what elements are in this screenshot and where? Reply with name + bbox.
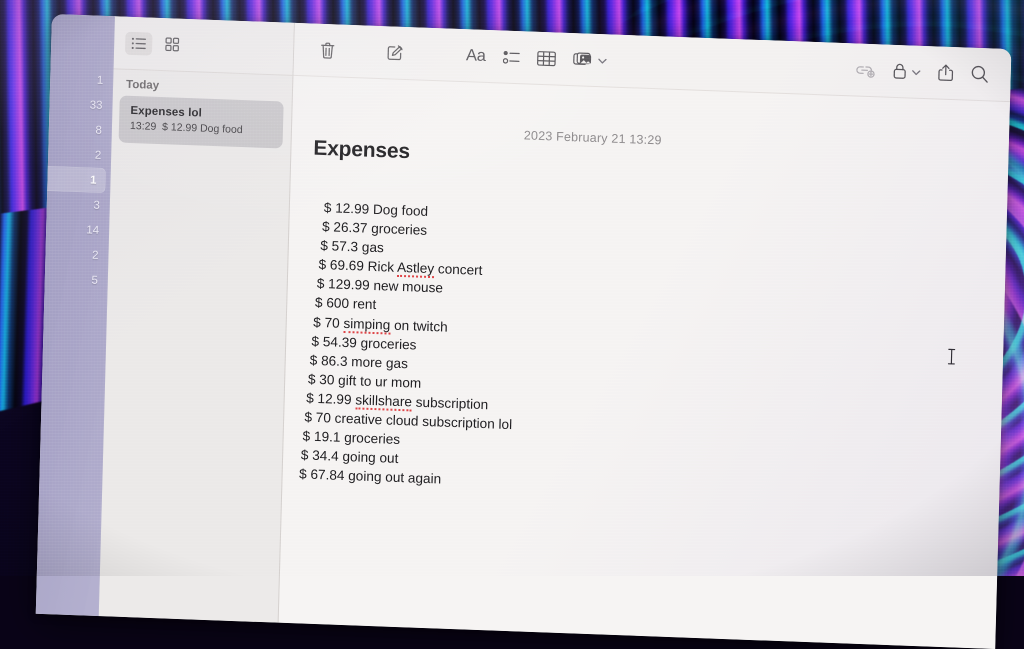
note-line-text: $ 67.84 going out again [299,467,441,487]
note-line-text: on twitch [390,317,448,334]
note-body[interactable]: $ 12.99 Dog food$ 26.37 groceries$ 57.3 … [294,197,518,491]
format-label: Aa [466,46,486,66]
trash-icon[interactable] [312,37,343,64]
folder-row[interactable]: 14 [36,214,109,244]
note-line-text: $ 86.3 more gas [310,352,409,371]
collaborate-link-icon[interactable] [855,62,876,78]
table-icon[interactable] [536,50,555,66]
note-line-text: $ 600 rent [315,295,377,312]
misspelled-word[interactable]: simping [343,315,390,334]
text-ibeam-cursor [946,348,957,365]
folder-count: 1 [90,174,97,186]
note-line-text: $ 57.3 gas [320,238,384,255]
note-line-text: $ 19.1 groceries [302,429,400,448]
search-icon[interactable] [970,65,988,84]
note-line-text: $ 69.69 Rick [318,257,397,275]
chevron-down-icon[interactable] [597,51,606,69]
notes-list-toolbar [113,16,294,76]
folder-row[interactable]: 2 [36,239,108,269]
note-snippet: $ 12.99 Dog food [162,121,243,136]
folder-count: 33 [90,99,103,111]
note-line-text: $ 54.39 groceries [311,333,416,352]
text-format-icon[interactable]: Aa [466,46,486,66]
note-line-text: $ 12.99 Dog food [324,200,429,219]
folder-count: 14 [86,224,99,236]
note-line-text: $ 30 gift to ur mom [308,371,422,390]
folder-count: 2 [95,149,102,161]
note-line-text: $ 12.99 [306,390,356,407]
misspelled-word[interactable]: skillshare [355,392,412,411]
gallery-view-icon[interactable] [158,32,186,56]
checklist-icon[interactable] [502,49,519,65]
folder-count: 8 [95,124,102,136]
note-preview: 13:29 $ 12.99 Dog food [130,120,272,137]
share-icon[interactable] [937,63,953,82]
notes-list-panel: Today Expenses lol 13:29 $ 12.99 Dog foo… [98,16,295,622]
folder-count: 3 [93,199,100,211]
compose-note-icon[interactable] [380,39,411,66]
note-document[interactable]: 2023 February 21 13:29 Expenses $ 12.99 … [279,76,1010,649]
list-view-icon[interactable] [125,31,153,55]
note-line-text: concert [434,261,483,278]
note-time: 13:29 [130,120,157,133]
note-editor-panel: Aa [279,23,1012,649]
note-line-text: $ 34.4 going out [301,448,399,467]
note-line-text: $ 70 [313,314,344,330]
misspelled-word[interactable]: Astley [397,260,434,278]
media-photos-icon[interactable] [572,50,606,69]
note-title: Expenses lol [130,105,272,122]
lock-icon[interactable] [893,62,921,81]
notes-window: 1 33 8 2 1 3 14 2 5 [36,14,1012,649]
folder-count: 2 [92,249,99,261]
folder-count: 5 [91,274,98,286]
folder-row[interactable]: 3 [36,189,109,219]
note-line-text: subscription [412,394,489,412]
folder-count: 1 [97,74,104,86]
chevron-down-icon[interactable] [912,63,921,81]
note-line-text: $ 26.37 groceries [322,219,427,238]
note-date: 2023 February 21 13:29 [524,128,662,147]
note-list-item-selected[interactable]: Expenses lol 13:29 $ 12.99 Dog food [119,96,284,149]
note-line-text: $ 129.99 new mouse [317,276,444,296]
folder-row[interactable]: 5 [36,264,107,294]
note-heading: Expenses [313,137,410,165]
